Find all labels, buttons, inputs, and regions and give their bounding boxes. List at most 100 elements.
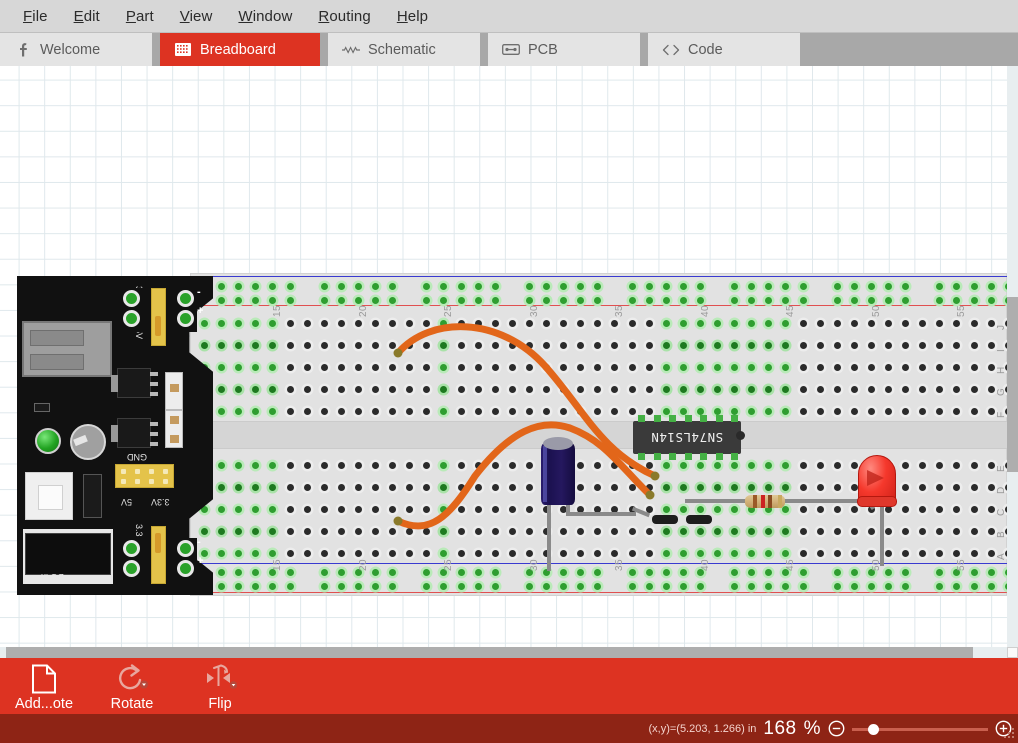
ic-pin[interactable]	[731, 453, 738, 460]
breadboard-hole[interactable]	[816, 364, 824, 371]
breadboard-hole[interactable]	[987, 342, 995, 349]
breadboard-rail-hole[interactable]	[337, 297, 345, 304]
red-led[interactable]	[857, 455, 897, 511]
breadboard-hole[interactable]	[286, 342, 294, 349]
breadboard-hole[interactable]	[696, 484, 704, 491]
breadboard-rail-hole[interactable]	[987, 297, 995, 304]
breadboard-hole[interactable]	[645, 550, 653, 557]
breadboard-rail-hole[interactable]	[286, 297, 294, 304]
breadboard-hole[interactable]	[474, 506, 482, 513]
breadboard-hole[interactable]	[662, 386, 670, 393]
add-note-button[interactable]: Add...ote	[0, 662, 88, 714]
breadboard-hole[interactable]	[987, 386, 995, 393]
breadboard-hole[interactable]	[679, 386, 687, 393]
breadboard-hole[interactable]	[337, 484, 345, 491]
breadboard-hole[interactable]	[833, 528, 841, 535]
breadboard-rail-hole[interactable]	[457, 283, 465, 290]
breadboard-hole[interactable]	[354, 462, 362, 469]
breadboard-hole[interactable]	[714, 408, 721, 415]
breadboard-hole[interactable]	[628, 550, 636, 557]
breadboard-rail-hole[interactable]	[833, 569, 841, 576]
breadboard-hole[interactable]	[970, 484, 978, 491]
breadboard-hole[interactable]	[525, 386, 533, 393]
breadboard-hole[interactable]	[628, 528, 636, 535]
breadboard-rail-hole[interactable]	[799, 569, 807, 576]
breadboard-rail-hole[interactable]	[628, 283, 636, 290]
breadboard-hole[interactable]	[970, 528, 978, 535]
breadboard-hole[interactable]	[885, 364, 892, 371]
breadboard-hole[interactable]	[491, 550, 499, 557]
tab-schematic[interactable]: Schematic	[328, 33, 480, 66]
breadboard-rail-hole[interactable]	[799, 297, 807, 304]
breadboard-hole[interactable]	[696, 320, 704, 327]
breadboard-hole[interactable]	[696, 408, 704, 415]
breadboard-hole[interactable]	[662, 528, 670, 535]
breadboard-rail-hole[interactable]	[850, 583, 858, 590]
breadboard-hole[interactable]	[303, 550, 311, 557]
breadboard-hole[interactable]	[508, 484, 516, 491]
breadboard-hole[interactable]	[337, 364, 345, 371]
breadboard-hole[interactable]	[543, 342, 550, 349]
ic-pin[interactable]	[638, 415, 645, 422]
ic-pin[interactable]	[715, 453, 723, 460]
breadboard-hole[interactable]	[867, 386, 875, 393]
breadboard-hole[interactable]	[714, 528, 721, 535]
breadboard-hole[interactable]	[320, 408, 328, 415]
breadboard-hole[interactable]	[372, 528, 379, 535]
breadboard-hole[interactable]	[679, 528, 687, 535]
breadboard-hole[interactable]	[303, 484, 311, 491]
breadboard-rail-hole[interactable]	[354, 583, 362, 590]
breadboard-hole[interactable]	[679, 550, 687, 557]
breadboard-hole[interactable]	[662, 506, 670, 513]
breadboard-hole[interactable]	[508, 408, 516, 415]
breadboard-hole[interactable]	[662, 320, 670, 327]
breadboard-hole[interactable]	[354, 506, 362, 513]
breadboard-hole[interactable]	[491, 342, 499, 349]
ic-pin[interactable]	[684, 453, 692, 460]
breadboard-hole[interactable]	[970, 320, 978, 327]
breadboard-rail-hole[interactable]	[696, 583, 704, 590]
breadboard-hole[interactable]	[543, 320, 550, 327]
minus-circle-icon[interactable]	[828, 720, 845, 737]
gnd-pin-header[interactable]	[115, 464, 174, 488]
breadboard-rail-hole[interactable]	[662, 283, 670, 290]
breadboard-hole[interactable]	[457, 528, 465, 535]
breadboard-hole[interactable]	[337, 550, 345, 557]
breadboard-hole[interactable]	[850, 462, 858, 469]
menu-window[interactable]: Window	[225, 5, 305, 28]
breadboard-hole[interactable]	[850, 528, 858, 535]
breadboard-rail-hole[interactable]	[543, 297, 550, 304]
breadboard-hole[interactable]	[372, 320, 379, 327]
breadboard-hole[interactable]	[970, 550, 978, 557]
breadboard-hole[interactable]	[303, 364, 311, 371]
menu-help[interactable]: Help	[384, 5, 441, 28]
breadboard-hole[interactable]	[286, 408, 294, 415]
breadboard-hole[interactable]	[799, 386, 807, 393]
breadboard-hole[interactable]	[970, 386, 978, 393]
breadboard-rail-hole[interactable]	[354, 297, 362, 304]
breadboard-rail-hole[interactable]	[867, 297, 875, 304]
breadboard-rail-hole[interactable]	[799, 283, 807, 290]
breadboard-rail-hole[interactable]	[645, 583, 653, 590]
menu-view[interactable]: View	[167, 5, 226, 28]
resize-grip[interactable]	[1003, 728, 1016, 741]
breadboard-hole[interactable]	[987, 506, 995, 513]
breadboard-hole[interactable]	[474, 364, 482, 371]
breadboard-hole[interactable]	[508, 386, 516, 393]
breadboard-hole[interactable]	[525, 408, 533, 415]
breadboard-hole[interactable]	[474, 550, 482, 557]
breadboard-hole[interactable]	[508, 364, 516, 371]
breadboard-hole[interactable]	[696, 462, 704, 469]
breadboard-hole[interactable]	[662, 408, 670, 415]
breadboard-rail-hole[interactable]	[628, 583, 636, 590]
breadboard-hole[interactable]	[286, 484, 294, 491]
breadboard-hole[interactable]	[628, 484, 636, 491]
breadboard-rail-hole[interactable]	[987, 283, 995, 290]
ic-pin[interactable]	[669, 415, 676, 422]
breadboard-hole[interactable]	[799, 364, 807, 371]
breadboard-hole[interactable]	[816, 320, 824, 327]
breadboard-rail-hole[interactable]	[970, 569, 978, 576]
breadboard-hole[interactable]	[645, 462, 653, 469]
breadboard-hole[interactable]	[457, 484, 465, 491]
breadboard-hole[interactable]	[799, 506, 807, 513]
